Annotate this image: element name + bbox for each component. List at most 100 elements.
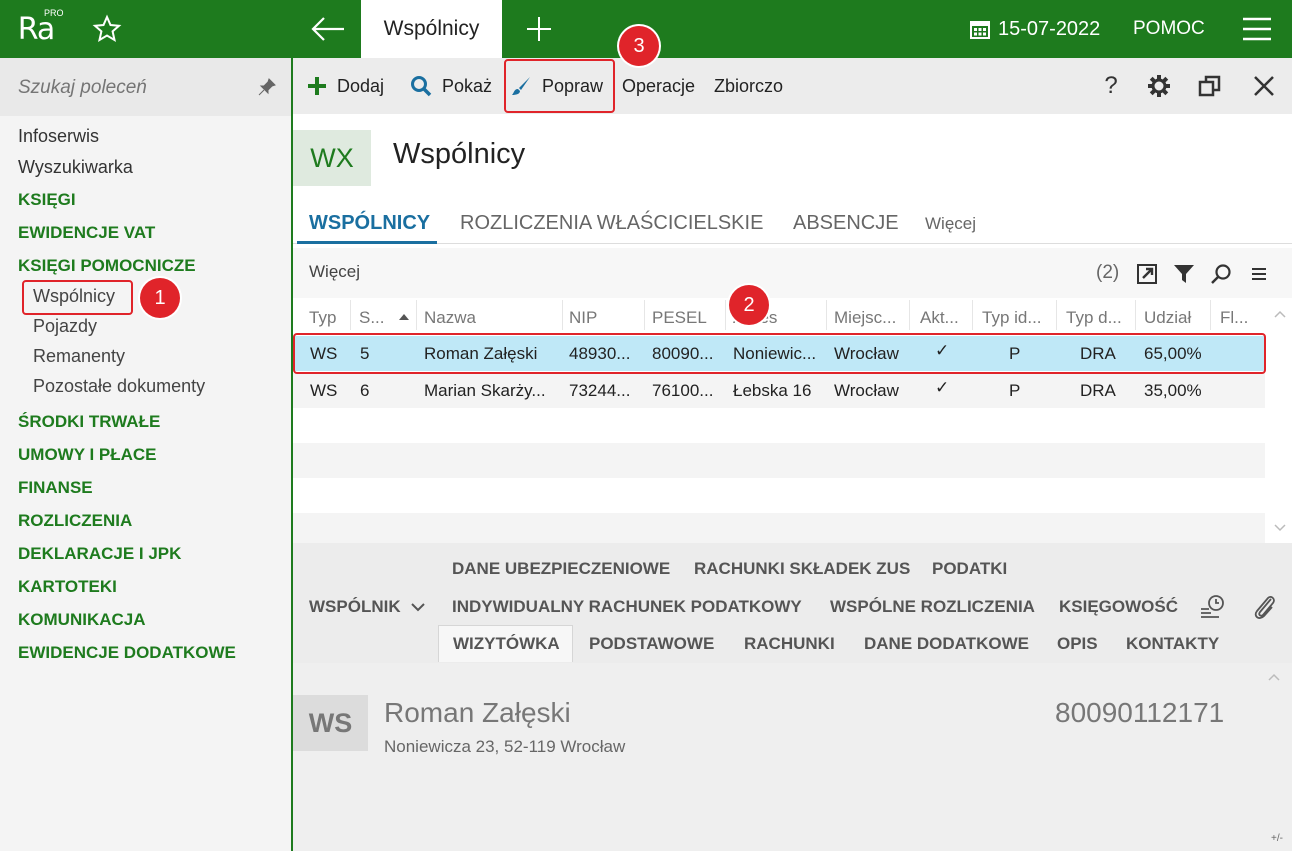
tab-podstawowe[interactable]: PODSTAWOWE xyxy=(589,634,714,654)
col-miejscowosc[interactable]: Miejsc... xyxy=(834,308,896,328)
star-icon[interactable] xyxy=(92,14,122,44)
page-title: Wspólnicy xyxy=(393,138,526,170)
tab-rozliczenia-wlascicielskie[interactable]: ROZLICZENIA WŁAŚCICIELSKIE xyxy=(460,212,763,235)
tab-podatki[interactable]: PODATKI xyxy=(932,559,1007,579)
operations-button[interactable]: Operacje xyxy=(622,58,695,114)
tab-rachunki[interactable]: RACHUNKI xyxy=(744,634,835,654)
plus-icon xyxy=(308,77,326,95)
tab-kontakty[interactable]: KONTAKTY xyxy=(1126,634,1219,654)
cell-typ-id: P xyxy=(1009,381,1021,400)
sidebar-cat-ewidencje-dodatkowe[interactable]: EWIDENCJE DODATKOWE xyxy=(18,643,236,663)
col-symbol[interactable]: S... xyxy=(359,308,385,328)
tab-bar: WSPÓLNICY ROZLICZENIA WŁAŚCICIELSKIE ABS… xyxy=(293,204,1292,244)
resize-handle[interactable]: +/- xyxy=(1271,833,1283,844)
gear-icon[interactable] xyxy=(1145,72,1173,100)
tab-ksiegowosc[interactable]: KSIĘGOWOŚĆ xyxy=(1059,597,1178,617)
sidebar-cat-ksiegi-pomocnicze[interactable]: KSIĘGI POMOCNICZE xyxy=(18,256,196,276)
card-address: Noniewicza 23, 52-119 Wrocław xyxy=(384,737,626,756)
cell-nazwa: Marian Skarży... xyxy=(424,381,546,400)
grid-header: Typ S... Nazwa NIP PESEL Adres Miejsc...… xyxy=(293,298,1265,334)
sidebar-cat-kartoteki[interactable]: KARTOTEKI xyxy=(18,577,117,597)
summary-button[interactable]: Zbiorczo xyxy=(714,58,783,114)
chevron-down-icon[interactable] xyxy=(1274,524,1286,532)
filter-icon[interactable] xyxy=(1173,263,1195,285)
step-badge-3: 3 xyxy=(619,26,659,66)
sidebar-cat-ewidencje-vat[interactable]: EWIDENCJE VAT xyxy=(18,223,155,243)
add-label: Dodaj xyxy=(337,75,385,96)
col-typ[interactable]: Typ xyxy=(309,308,336,328)
tab-more[interactable]: Więcej xyxy=(925,214,976,234)
active-tab-underline xyxy=(297,241,437,244)
new-tab-plus-icon[interactable] xyxy=(524,12,554,46)
cell-miejscowosc: Wrocław xyxy=(834,381,899,400)
sidebar-item-pozostale-dokumenty[interactable]: Pozostałe dokumenty xyxy=(33,376,205,397)
col-flaga[interactable]: Fl... xyxy=(1220,308,1248,328)
col-separator xyxy=(562,300,563,330)
calendar-icon xyxy=(970,21,990,39)
sidebar-cat-finanse[interactable]: FINANSE xyxy=(18,478,93,498)
col-udzial[interactable]: Udział xyxy=(1144,308,1191,328)
chevron-down-icon xyxy=(411,603,426,612)
section-wspolnik-dropdown[interactable]: WSPÓLNIK xyxy=(309,597,426,617)
sidebar-cat-komunikacja[interactable]: KOMUNIKACJA xyxy=(18,610,146,630)
cell-nip: 73244... xyxy=(569,381,631,400)
col-aktywny[interactable]: Akt... xyxy=(920,308,959,328)
tab-wspolnicy-list[interactable]: WSPÓLNICY xyxy=(309,212,430,235)
grid-menu-icon[interactable] xyxy=(1251,265,1267,283)
col-nip[interactable]: NIP xyxy=(569,308,597,328)
sidebar-cat-ksiegi[interactable]: KSIĘGI xyxy=(18,190,76,210)
empty-row xyxy=(293,408,1265,443)
show-button[interactable]: Pokaż xyxy=(410,58,492,114)
tab-rachunki-skladek-zus[interactable]: RACHUNKI SKŁADEK ZUS xyxy=(694,559,910,579)
tab-indywidualny-rachunek[interactable]: INDYWIDUALNY RACHUNEK PODATKOWY xyxy=(452,597,802,617)
sidebar-item-remanenty[interactable]: Remanenty xyxy=(33,346,125,367)
app-logo[interactable]: Ra PRO xyxy=(0,0,72,58)
tab-wizytowka[interactable]: WIZYTÓWKA xyxy=(438,625,573,662)
pin-icon[interactable] xyxy=(258,78,276,96)
sidebar-cat-umowy-i-place[interactable]: UMOWY I PŁACE xyxy=(18,445,157,465)
chevron-up-icon[interactable] xyxy=(1274,310,1286,318)
grid-more-link[interactable]: Więcej xyxy=(309,262,360,282)
col-typ-d[interactable]: Typ d... xyxy=(1066,308,1122,328)
tab-wspolnicy[interactable]: Wspólnicy xyxy=(361,0,502,58)
col-separator xyxy=(826,300,827,330)
step-badge-1: 1 xyxy=(140,278,180,318)
menu-icon[interactable] xyxy=(1241,16,1273,42)
date-display[interactable]: 15-07-2022 xyxy=(970,0,1100,58)
sidebar-item-wyszukiwarka[interactable]: Wyszukiwarka xyxy=(18,157,133,178)
tab-opis[interactable]: OPIS xyxy=(1057,634,1098,654)
help-icon[interactable]: ? xyxy=(1097,72,1125,100)
grid-search-icon[interactable] xyxy=(1210,263,1232,285)
chevron-up-icon[interactable] xyxy=(1268,673,1280,681)
back-arrow-icon[interactable] xyxy=(308,12,348,46)
close-icon[interactable] xyxy=(1250,72,1278,100)
cell-udzial: 35,00% xyxy=(1144,381,1202,400)
col-typ-id[interactable]: Typ id... xyxy=(982,308,1042,328)
attachment-icon[interactable] xyxy=(1251,593,1277,621)
record-count: (2) xyxy=(1096,262,1120,283)
grid-scrollbar[interactable] xyxy=(1265,298,1292,543)
date-text: 15-07-2022 xyxy=(998,17,1101,40)
add-button[interactable]: Dodaj xyxy=(307,58,384,114)
tab-absencje[interactable]: ABSENCJE xyxy=(793,212,899,235)
restore-window-icon[interactable] xyxy=(1196,72,1224,100)
sidebar-item-infoserwis[interactable]: Infoserwis xyxy=(18,126,99,147)
sidebar-cat-deklaracje-jpk[interactable]: DEKLARACJE I JPK xyxy=(18,544,181,564)
command-search-input[interactable] xyxy=(18,73,248,103)
tab-dane-dodatkowe[interactable]: DANE DODATKOWE xyxy=(864,634,1029,654)
col-separator xyxy=(972,300,973,330)
expand-icon[interactable] xyxy=(1136,263,1158,285)
history-clock-icon[interactable] xyxy=(1199,593,1227,621)
sidebar-cat-srodki-trwale[interactable]: ŚRODKI TRWAŁE xyxy=(18,412,160,432)
col-nazwa[interactable]: Nazwa xyxy=(424,308,476,328)
table-row[interactable]: WS 6 Marian Skarży... 73244... 76100... … xyxy=(293,373,1265,408)
grid-toolbar: Więcej (2) xyxy=(293,248,1292,298)
sidebar-item-wspolnicy[interactable]: Wspólnicy xyxy=(33,286,115,307)
help-link[interactable]: POMOC xyxy=(1133,0,1205,58)
tab-dane-ubezpieczeniowe[interactable]: DANE UBEZPIECZENIOWE xyxy=(452,559,670,579)
col-pesel[interactable]: PESEL xyxy=(652,308,707,328)
sidebar-cat-rozliczenia[interactable]: ROZLICZENIA xyxy=(18,511,132,531)
sidebar-item-pojazdy[interactable]: Pojazdy xyxy=(33,316,97,337)
tab-wspolne-rozliczenia[interactable]: WSPÓLNE ROZLICZENIA xyxy=(830,597,1035,617)
col-separator xyxy=(416,300,417,330)
